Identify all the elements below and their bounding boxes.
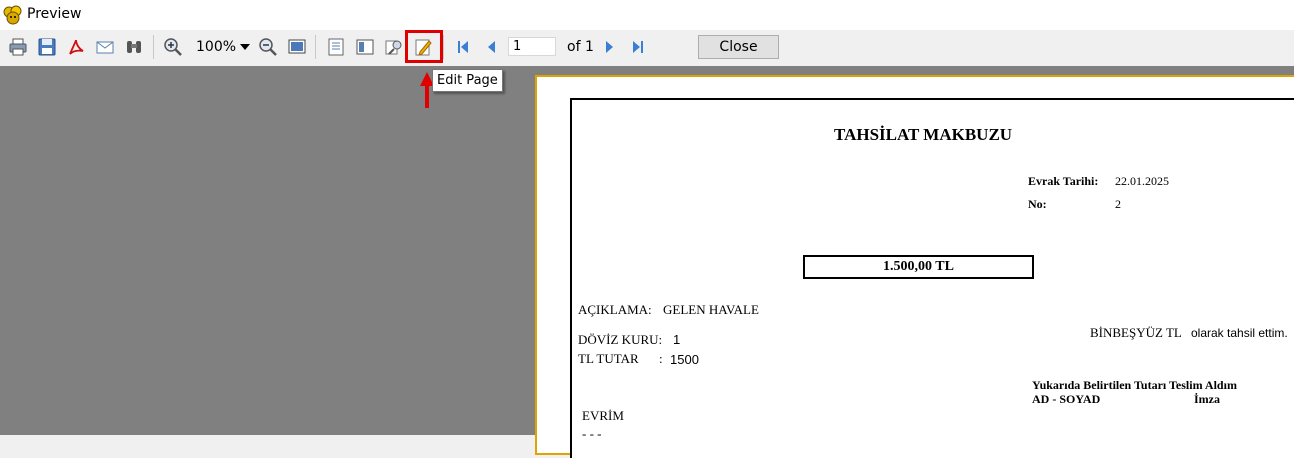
partial-line: - - -	[582, 426, 602, 441]
toolbar-separator	[315, 35, 316, 59]
zoom-in-icon	[164, 38, 182, 56]
tl-amount-value: 1500	[670, 352, 699, 367]
document-title: TAHSİLAT MAKBUZU	[834, 125, 1013, 144]
zoom-out-button[interactable]	[257, 36, 279, 58]
next-page-icon	[606, 41, 613, 53]
email-button[interactable]	[94, 36, 116, 58]
full-screen-icon	[288, 39, 306, 54]
rate-label: DÖVİZ KURU:	[578, 332, 663, 347]
email-icon	[96, 41, 114, 54]
tl-amount-label: TL TUTAR	[578, 351, 639, 366]
page-number-input[interactable]: 1	[508, 37, 556, 56]
outline-icon	[328, 38, 344, 56]
amount-box: 1.500,00 TL	[803, 255, 1034, 279]
toolbar: 100% 1 of 1 Close	[0, 30, 1294, 66]
amount-in-words: BİNBEŞYÜZ TL	[1090, 325, 1182, 340]
design-button[interactable]	[383, 36, 405, 58]
toolbar-separator	[153, 35, 154, 59]
app-icon	[3, 5, 22, 25]
tl-amount-colon: :	[659, 351, 663, 366]
company-name: EVRİM	[582, 408, 624, 423]
design-icon	[385, 40, 402, 55]
print-icon	[9, 38, 27, 56]
name-label: AD - SOYAD	[1032, 392, 1101, 406]
receipt-text: Yukarıda Belirtilen Tutarı Teslim Aldım	[1032, 378, 1237, 392]
zoom-select[interactable]: 100%	[190, 37, 254, 57]
description-value: GELEN HAVALE	[663, 302, 759, 317]
description-label: AÇIKLAMA:	[578, 302, 652, 317]
find-icon	[127, 41, 141, 53]
date-value: 22.01.2025	[1115, 174, 1169, 188]
last-page-icon	[633, 41, 643, 53]
first-page-icon	[458, 41, 468, 53]
edit-page-highlight	[405, 30, 443, 63]
first-page-button[interactable]	[452, 36, 474, 58]
last-page-button[interactable]	[627, 36, 649, 58]
previous-page-icon	[488, 41, 495, 53]
pdf-icon	[69, 39, 84, 55]
date-label: Evrak Tarihi:	[1028, 174, 1099, 188]
previous-page-button[interactable]	[481, 36, 503, 58]
no-value: 2	[1115, 197, 1121, 211]
window-title: Preview	[27, 6, 82, 22]
chevron-down-icon	[240, 44, 250, 50]
toolbar-separator	[443, 35, 444, 59]
close-button[interactable]: Close	[698, 35, 779, 59]
export-pdf-button[interactable]	[65, 36, 87, 58]
received-text: olarak tahsil ettim.	[1191, 326, 1288, 340]
full-screen-button[interactable]	[286, 36, 308, 58]
save-icon	[38, 38, 56, 56]
report-page: TAHSİLAT MAKBUZU Evrak Tarihi: 22.01.202…	[570, 98, 1294, 458]
rate-value: 1	[673, 332, 681, 347]
find-button[interactable]	[123, 36, 145, 58]
next-page-button[interactable]	[598, 36, 620, 58]
print-button[interactable]	[7, 36, 29, 58]
zoom-value: 100%	[196, 39, 237, 55]
signature-label: İmza	[1194, 392, 1220, 406]
page-count-label: of 1	[567, 39, 594, 55]
zoom-out-icon	[259, 38, 277, 56]
outline-button[interactable]	[325, 36, 347, 58]
title-bar: Preview	[0, 0, 1294, 30]
edit-page-tooltip: Edit Page	[432, 69, 503, 92]
thumbnail-icon	[356, 39, 374, 55]
zoom-in-button[interactable]	[162, 36, 184, 58]
thumbnail-button[interactable]	[354, 36, 376, 58]
save-button[interactable]	[36, 36, 58, 58]
no-label: No:	[1028, 197, 1047, 211]
